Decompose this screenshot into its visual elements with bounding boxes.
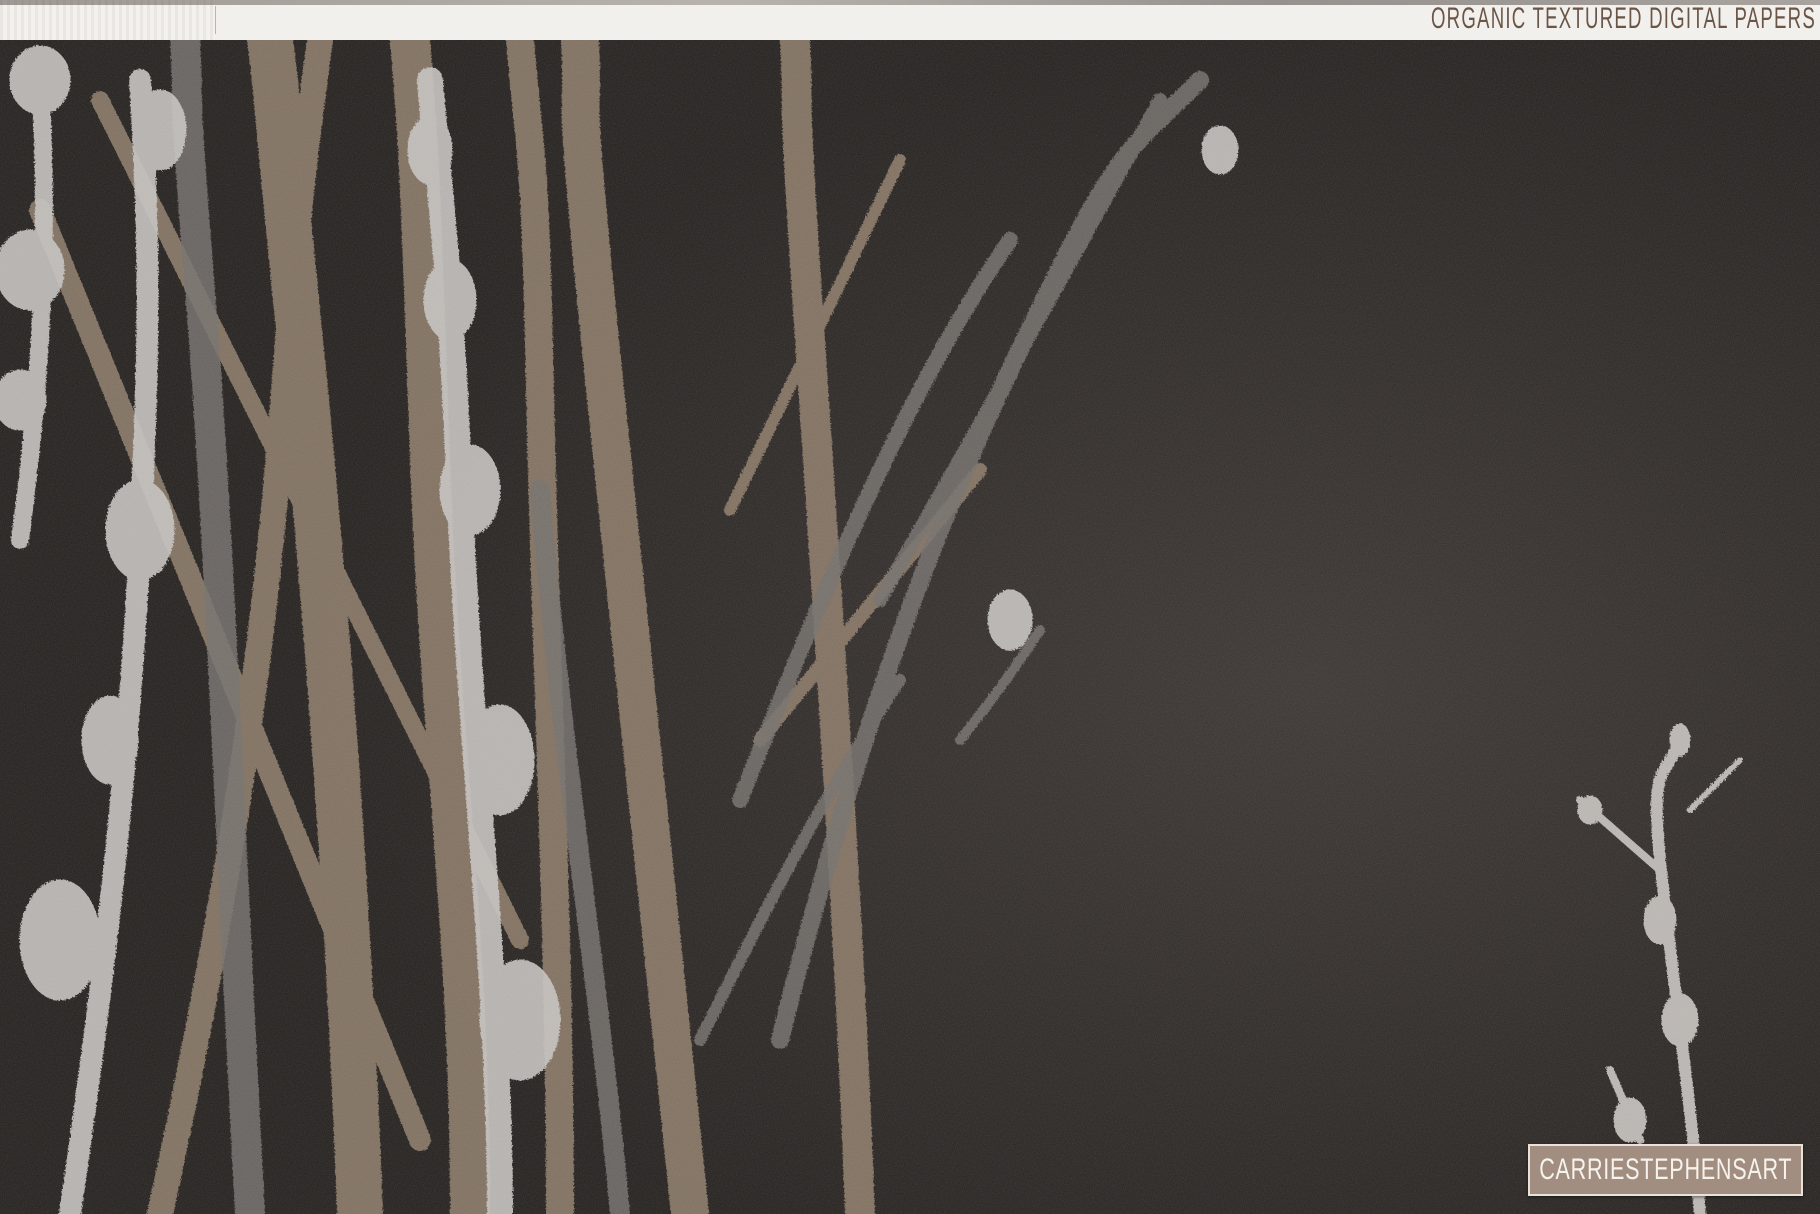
header-bar: ORGANIC TEXTURED DIGITAL PAPERS [0, 0, 1820, 41]
artwork-svg [0, 40, 1820, 1214]
brand-label: CARRIESTEPHENSART [1538, 1153, 1793, 1186]
page-title: ORGANIC TEXTURED DIGITAL PAPERS [1430, 2, 1816, 35]
brand-badge: CARRIESTEPHENSART [1528, 1144, 1803, 1196]
header-divider [215, 6, 216, 34]
header-texture [0, 0, 215, 40]
digital-paper-artwork [0, 40, 1820, 1214]
paper-grain-overlay [0, 40, 1820, 1214]
